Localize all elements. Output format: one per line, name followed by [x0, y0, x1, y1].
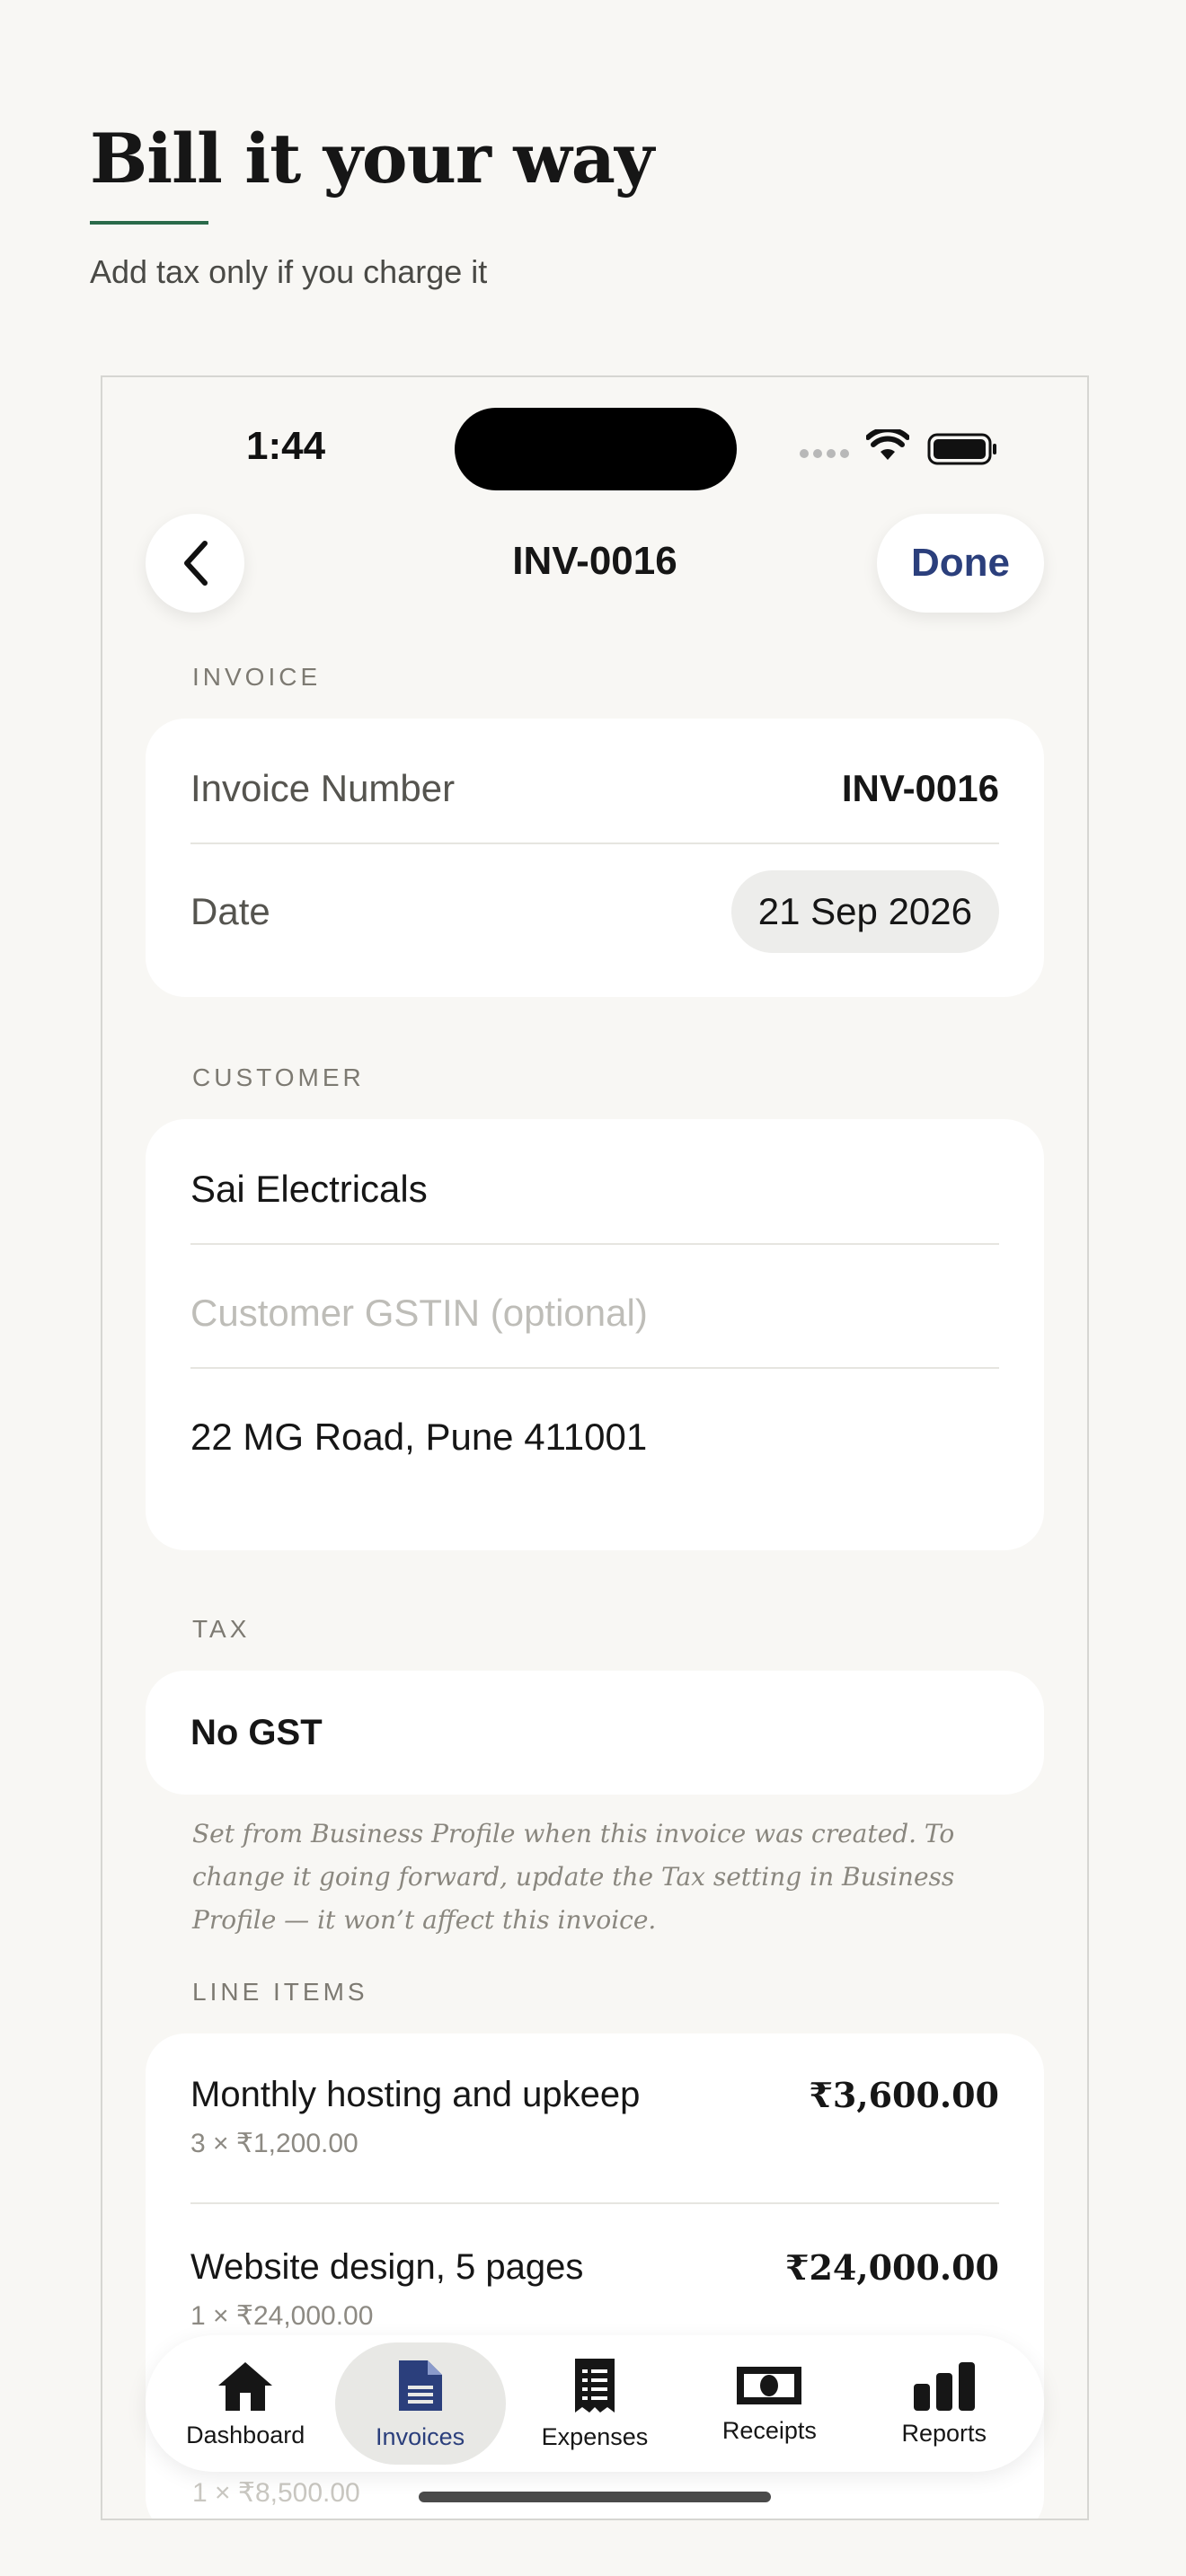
- done-button[interactable]: Done: [877, 514, 1044, 613]
- divider: [190, 2202, 999, 2204]
- page-subhead: Add tax only if you charge it: [90, 253, 488, 290]
- banknote-icon: [737, 2366, 802, 2404]
- tab-label: Receipts: [721, 2416, 817, 2444]
- document-icon: [398, 2360, 442, 2411]
- line-item-name: Monthly hosting and upkeep: [190, 2075, 641, 2114]
- wifi-icon: [866, 429, 909, 460]
- invoice-number-label: Invoice Number: [190, 767, 456, 809]
- tab-bar: Dashboard Invoices Expenses Receipts Rep…: [146, 2335, 1044, 2472]
- bar-chart-icon: [913, 2361, 975, 2411]
- tab-label: Expenses: [541, 2422, 649, 2450]
- line-item-qty-partial: 1 × ₹8,500.00: [192, 2478, 360, 2508]
- date-row: Date 21 Sep 2026: [190, 862, 999, 961]
- date-label: Date: [190, 890, 270, 932]
- invoice-section-label: INVOICE: [192, 663, 322, 691]
- tab-receipts[interactable]: Receipts: [684, 2342, 854, 2465]
- customer-name-field[interactable]: Sai Electricals: [190, 1144, 999, 1234]
- invoice-number-row[interactable]: Invoice Number INV-0016: [190, 744, 999, 834]
- page-headline: Bill it your way: [90, 119, 654, 198]
- tab-invoices[interactable]: Invoices: [334, 2342, 506, 2465]
- invoice-card: Invoice Number INV-0016 Date 21 Sep 2026: [146, 719, 1044, 997]
- customer-section-label: CUSTOMER: [192, 1063, 365, 1091]
- line-item[interactable]: Monthly hosting and upkeep 3 × ₹1,200.00…: [190, 2075, 999, 2159]
- tab-expenses[interactable]: Expenses: [509, 2342, 680, 2465]
- tax-section-label: TAX: [192, 1615, 251, 1643]
- customer-card: Sai Electricals Customer GSTIN (optional…: [146, 1119, 1044, 1550]
- tax-value: No GST: [190, 1712, 323, 1752]
- customer-gstin-field[interactable]: Customer GSTIN (optional): [190, 1268, 999, 1358]
- customer-name-value: Sai Electricals: [190, 1168, 428, 1210]
- tab-label: Reports: [901, 2419, 987, 2447]
- line-item-amount: ₹3,600.00: [809, 2075, 999, 2115]
- divider: [190, 1367, 999, 1369]
- invoice-number-value: INV-0016: [841, 767, 999, 809]
- line-items-section-label: LINE ITEMS: [192, 1978, 368, 2006]
- dynamic-island: [455, 408, 737, 490]
- phone-screen: 1:44 INV-0016 Done INVOICE Invoice Numbe…: [101, 375, 1089, 2520]
- line-item[interactable]: Website design, 5 pages 1 × ₹24,000.00 ₹…: [190, 2247, 999, 2332]
- customer-address-value: 22 MG Road, Pune 411001: [190, 1416, 648, 1458]
- home-indicator: [419, 2492, 771, 2502]
- divider: [190, 1243, 999, 1245]
- cellular-signal-icon: [800, 449, 849, 458]
- tax-card: No GST: [146, 1671, 1044, 1795]
- customer-address-field[interactable]: 22 MG Road, Pune 411001: [190, 1392, 999, 1482]
- status-time: 1:44: [246, 424, 326, 468]
- tax-setting-row: No GST: [190, 1688, 999, 1778]
- line-item-qty: 1 × ₹24,000.00: [190, 2301, 374, 2331]
- customer-gstin-placeholder: Customer GSTIN (optional): [190, 1292, 648, 1334]
- battery-icon: [927, 433, 996, 465]
- home-icon: [218, 2361, 273, 2411]
- tab-dashboard[interactable]: Dashboard: [160, 2342, 331, 2465]
- headline-underline: [90, 221, 208, 225]
- tax-note: Set from Business Profile when this invo…: [192, 1819, 955, 1935]
- divider: [190, 842, 999, 844]
- tab-reports[interactable]: Reports: [859, 2342, 1030, 2465]
- tab-label: Invoices: [376, 2422, 465, 2450]
- line-item-name: Website design, 5 pages: [190, 2247, 584, 2287]
- line-item-amount: ₹24,000.00: [785, 2247, 999, 2288]
- receipt-list-icon: [574, 2358, 615, 2413]
- date-picker-button[interactable]: 21 Sep 2026: [730, 870, 999, 953]
- line-item-qty: 3 × ₹1,200.00: [190, 2129, 358, 2158]
- tab-label: Dashboard: [186, 2421, 305, 2448]
